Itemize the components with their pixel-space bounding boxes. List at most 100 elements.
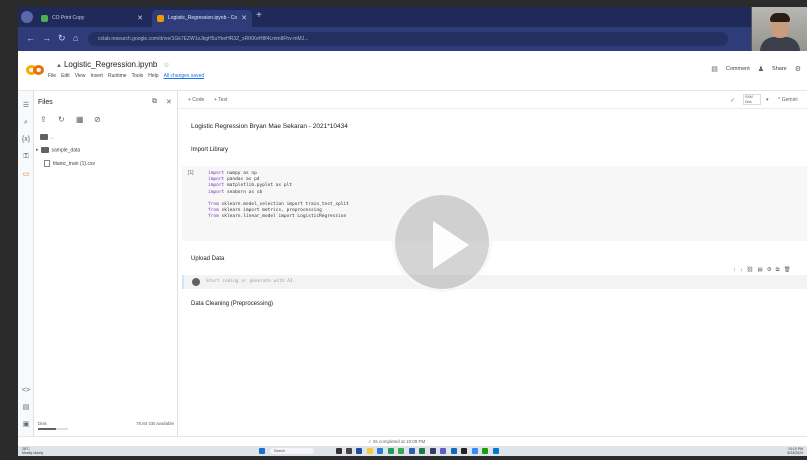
file-icon (44, 160, 50, 167)
refresh-icon[interactable]: ↻ (58, 115, 65, 124)
menu-help[interactable]: Help (148, 73, 158, 79)
empty-code-cell[interactable]: Start coding or generate with AI. (182, 275, 807, 289)
edge-browser-icon[interactable] (377, 448, 383, 454)
section-import-library: Import Library (191, 147, 229, 153)
menu-insert[interactable]: Insert (90, 73, 103, 79)
header-actions: ▤ Comment ♟ Share ⚙ (711, 65, 801, 73)
word-icon[interactable] (409, 448, 415, 454)
folder-icon (40, 134, 48, 140)
zoom-icon[interactable] (472, 448, 478, 454)
disk-usage-bar (38, 428, 68, 430)
execution-status: ✓ 0s completed at 10:09 PM (368, 439, 426, 444)
code-editor[interactable]: import numpy as np import pandas as pd imp… (208, 171, 349, 221)
url-field[interactable]: colab.research.google.com/drive/1Gk7EZW1… (88, 32, 728, 46)
chrome-browser-icon[interactable] (388, 448, 394, 454)
star-icon[interactable]: ☆ (163, 62, 169, 69)
app-icon[interactable] (482, 448, 488, 454)
tab-label: CO Print Copy (52, 15, 85, 21)
comment-button[interactable]: Comment (726, 66, 750, 72)
start-menu-icon[interactable] (259, 448, 265, 454)
disk-label: Disk (38, 421, 47, 426)
taskbar-search[interactable]: Search (270, 448, 314, 454)
cell-settings-icon[interactable]: ⚙ (767, 267, 772, 274)
browser-tab-1[interactable]: CO Print Copy ✕ (36, 10, 148, 27)
tree-item-csv-file[interactable]: titanic_train (1).csv (44, 160, 95, 167)
tree-item-sample-data[interactable]: ▸ sample_data (36, 147, 80, 153)
run-cell-icon[interactable] (192, 278, 200, 286)
terminal-icon[interactable]: ▣ (21, 420, 31, 430)
address-bar-row: ← → ↻ ⌂ colab.research.google.com/drive/… (18, 27, 807, 51)
folder-icon (40, 147, 49, 153)
tab-label: Logistic_Regression.ipynb - Co (168, 15, 238, 21)
share-button[interactable]: Share (772, 66, 787, 72)
variables-icon[interactable]: {x} (21, 135, 31, 145)
menu-view[interactable]: View (75, 73, 86, 79)
app-icon[interactable] (461, 448, 467, 454)
back-icon[interactable]: ← (26, 33, 35, 43)
file-explorer-icon[interactable] (367, 448, 373, 454)
notebook-heading: Logistic Regression Bryan Mae Sekaran - … (191, 123, 348, 130)
link-icon[interactable]: ⛓ (747, 267, 754, 274)
disk-usage: Disk 78.84 GB available (38, 421, 174, 430)
secrets-key-icon[interactable]: ⚿ (21, 152, 31, 162)
table-of-contents-icon[interactable]: ☰ (21, 101, 31, 111)
runtime-dropdown-icon[interactable]: ▾ (766, 97, 769, 103)
app-icon[interactable] (398, 448, 404, 454)
app-icon[interactable] (493, 448, 499, 454)
move-up-icon[interactable]: ↑ (733, 267, 736, 274)
new-tab-icon[interactable]: + (256, 10, 262, 21)
mount-drive-icon[interactable]: ▦ (76, 115, 84, 124)
colab-logo-icon[interactable] (26, 65, 44, 75)
outlook-icon[interactable] (451, 448, 457, 454)
delete-cell-icon[interactable]: 🗑 (784, 267, 791, 274)
profile-icon[interactable] (21, 11, 33, 23)
browser-tab-strip: CO Print Copy ✕ Logistic_Regression.ipyn… (18, 7, 807, 27)
expand-caret-icon[interactable]: ▸ (36, 147, 39, 153)
forward-icon[interactable]: → (42, 33, 51, 43)
taskbar-clock[interactable]: 10:10 PM 5/23/2024 (787, 447, 803, 455)
upload-file-icon[interactable]: ⇪ (40, 115, 47, 124)
app-icon[interactable] (430, 448, 436, 454)
menu-file[interactable]: File (48, 73, 56, 79)
search-icon[interactable]: ⌕ (21, 118, 31, 128)
open-in-tab-icon[interactable]: ⧉ (152, 98, 157, 106)
excel-icon[interactable] (419, 448, 425, 454)
command-palette-icon[interactable]: ▤ (21, 403, 31, 413)
disk-available: 78.84 GB available (135, 421, 174, 426)
section-upload-data: Upload Data (191, 256, 225, 262)
tree-item-parent[interactable]: .. (40, 134, 54, 140)
gemini-button[interactable]: ^ Gemini (778, 97, 798, 103)
connected-check-icon: ✓ (730, 98, 736, 104)
menu-tools[interactable]: Tools (132, 73, 144, 79)
mirror-cell-icon[interactable]: ⧉ (776, 267, 780, 274)
comment-cell-icon[interactable]: ▤ (757, 267, 762, 274)
site-info-icon[interactable]: ⌂ (73, 33, 78, 43)
menu-runtime[interactable]: Runtime (108, 73, 127, 79)
settings-gear-icon[interactable]: ⚙ (795, 65, 801, 73)
save-status-link[interactable]: All changes saved (164, 73, 205, 79)
widgets-icon[interactable] (346, 448, 352, 454)
close-tab-icon[interactable]: ✕ (241, 14, 247, 22)
add-text-button[interactable]: + Text (214, 97, 227, 103)
teams-icon[interactable] (440, 448, 446, 454)
close-tab-icon[interactable]: ✕ (137, 14, 143, 22)
cell-execution-count: [1] (188, 170, 194, 176)
video-play-button[interactable] (392, 192, 492, 292)
add-code-button[interactable]: + Code (188, 97, 204, 103)
resource-monitor[interactable]: RAM Disk (743, 94, 761, 105)
browser-tab-2-active[interactable]: Logistic_Regression.ipynb - Co ✕ (152, 10, 252, 27)
colab-header: ▲ Logistic_Regression.ipynb ☆ File Edit Vi… (18, 51, 807, 91)
files-folder-icon[interactable]: ▭ (21, 170, 31, 180)
comment-icon: ▤ (711, 66, 718, 73)
app-icon[interactable] (356, 448, 362, 454)
code-cell[interactable]: [1] import numpy as np import pandas as p… (182, 166, 807, 241)
weather-widget[interactable]: 28°C Mostly cloudy (22, 447, 43, 455)
task-view-icon[interactable] (336, 448, 342, 454)
close-panel-icon[interactable]: ✕ (166, 98, 172, 106)
notebook-title[interactable]: ▲ Logistic_Regression.ipynb ☆ (56, 60, 170, 69)
move-down-icon[interactable]: ↓ (740, 267, 743, 274)
menu-edit[interactable]: Edit (61, 73, 70, 79)
reload-icon[interactable]: ↻ (58, 33, 66, 44)
hide-icon[interactable]: ⊘ (94, 115, 101, 124)
code-snippets-icon[interactable]: <> (21, 386, 31, 396)
